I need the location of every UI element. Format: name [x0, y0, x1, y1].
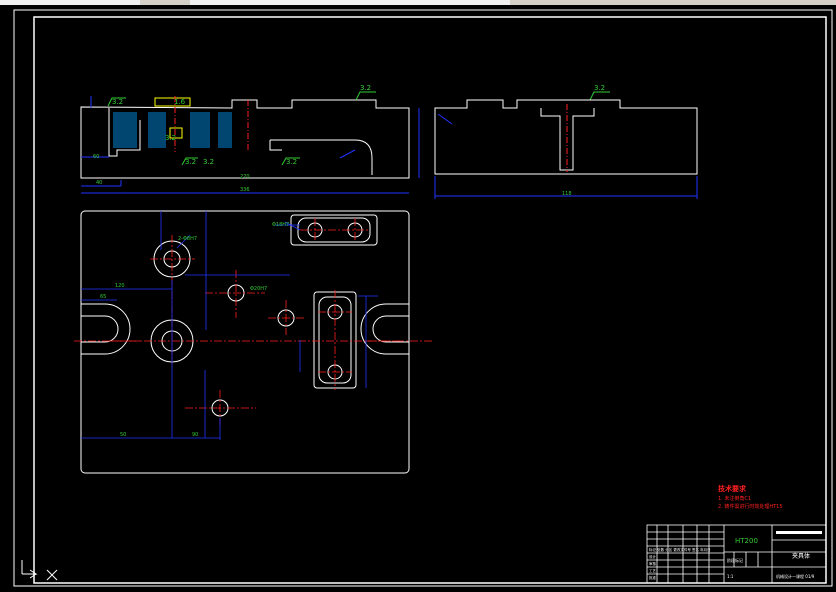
dim-plan-b2: 90 — [192, 432, 198, 438]
section-hatch — [113, 112, 137, 148]
roughness-r7: 3.2 — [360, 84, 371, 92]
roughness-r4: 3.2 — [185, 158, 196, 166]
roughness-r2: 1.6 — [174, 98, 186, 106]
title-block-bar — [776, 531, 822, 534]
ucs-icon — [21, 560, 58, 581]
title-row-header: 标记 处数 分区 更改文件号 签名 年月日 — [649, 547, 711, 552]
drawing-outer-frame — [13, 9, 833, 587]
side-view — [434, 99, 698, 199]
notes-title: 技术要求 — [718, 484, 747, 493]
dim-hole-2: 2-Φ8H7 — [178, 236, 197, 242]
title-scale: 1:1 — [727, 574, 734, 579]
roughness-r3: 3.2 — [165, 134, 176, 142]
title-name: 夹具体 — [792, 552, 810, 560]
title-company: 机械设计—课程 01/9 — [776, 573, 815, 579]
roughness-r1: 3.2 — [112, 98, 123, 106]
section-hatch — [190, 112, 210, 148]
dim-front-w1: 40 — [96, 180, 102, 186]
drawing-inner-frame — [33, 16, 827, 584]
dim-front-w2: 60 — [93, 154, 99, 160]
title-row-design: 设计 — [649, 554, 657, 559]
dim-plan-b1: 50 — [120, 432, 126, 438]
dim-front-total: 336 — [240, 187, 250, 193]
roughness-r6: 3.2 — [286, 158, 297, 166]
section-hatch — [218, 112, 232, 148]
dim-hole-1: Φ20H7 — [250, 286, 267, 292]
dim-side-total: 118 — [562, 191, 572, 197]
front-view — [80, 96, 420, 194]
plan-centerlines — [74, 218, 434, 425]
title-col-stage: 阶段标记 — [727, 557, 743, 563]
section-hatch — [148, 112, 166, 148]
roughness-r5: 3.2 — [203, 158, 214, 166]
notes-line-1: 1. 未注倒角C1 — [718, 495, 751, 502]
notes-line-2: 2. 铸件需进行时效处理HT15 — [718, 503, 783, 510]
dim-front-mid: 270 — [240, 174, 250, 180]
title-row-review: 审核 — [649, 561, 657, 566]
cad-drawing-canvas[interactable]: 40 60 336 270 3.2 1.6 3.2 3.2 3.2 3.2 3.… — [0, 0, 836, 592]
title-row-process: 工艺 — [649, 568, 657, 573]
title-material: HT200 — [735, 537, 758, 545]
plan-view — [80, 210, 410, 474]
dim-slot: Φ18H7 — [272, 222, 289, 228]
title-row-approve: 批准 — [649, 575, 657, 580]
dim-plan-h2: 65 — [100, 294, 106, 300]
dim-plan-h1: 120 — [115, 283, 125, 289]
roughness-r8: 3.2 — [594, 84, 605, 92]
